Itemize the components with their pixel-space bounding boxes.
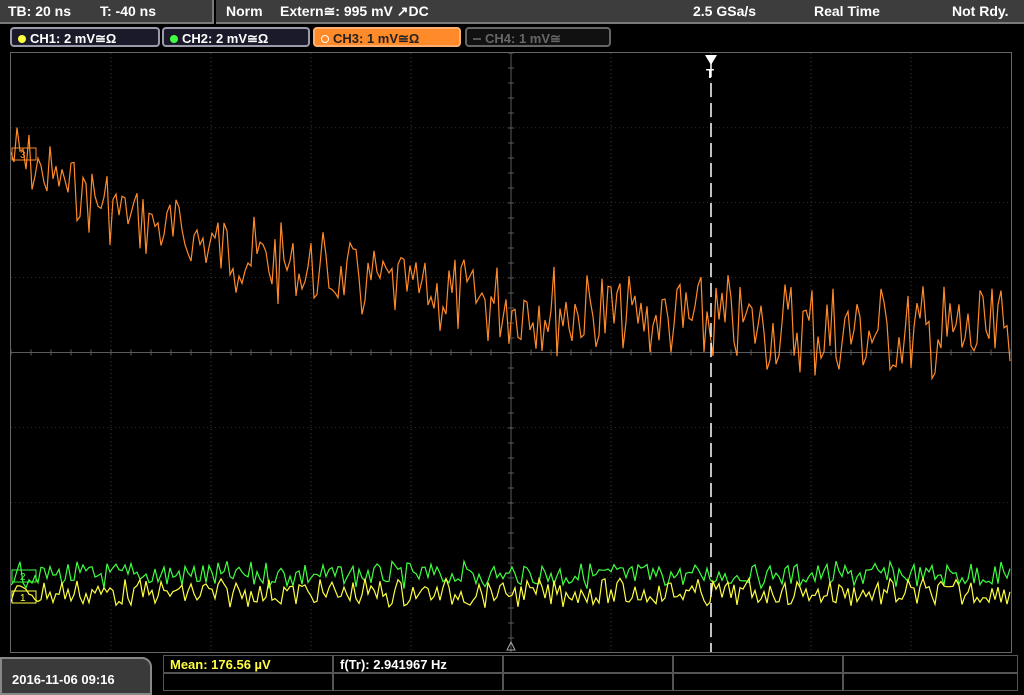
measurement-panel[interactable]: Mean: 176.56 µV f(Tr): 2.941967 Hz [163,655,1018,693]
ch1-trace [11,576,1011,609]
ch3-trace [11,127,1011,381]
channel-bar: CH1: 2 mV≅Ω CH2: 2 mV≅Ω CH3: 1 mV≅Ω CH4:… [0,24,1024,50]
ch4-off-icon [473,38,481,40]
channel-1-tab[interactable]: CH1: 2 mV≅Ω [10,27,160,47]
frequency-measurement: f(Tr): 2.941967 Hz [340,657,447,672]
ch3-indicator-icon [321,35,329,43]
bottom-bar: 2016-11-06 09:16 Mean: 176.56 µV f(Tr): … [0,655,1024,695]
measurement-cell[interactable]: Mean: 176.56 µV [163,655,333,673]
measurement-cell[interactable] [673,655,843,673]
mean-measurement: Mean: 176.56 µV [170,657,271,672]
trigger-marker-label: T [706,66,714,81]
timebase-label: TB: 20 ns [8,3,72,19]
channel-2-tab[interactable]: CH2: 2 mV≅Ω [162,27,310,47]
trigger-mode-label: Norm [226,3,263,19]
trigger-status-label: Not Rdy. [952,3,1009,19]
trigger-time-label: T: -40 ns [100,3,157,19]
measurement-cell[interactable] [163,673,333,691]
channel-3-tab[interactable]: CH3: 1 mV≅Ω [313,27,461,47]
measurement-cell[interactable]: f(Tr): 2.941967 Hz [333,655,503,673]
measurement-cell[interactable] [843,673,1018,691]
sample-rate-label: 2.5 GSa/s [693,3,757,19]
measurement-cell[interactable] [503,655,673,673]
channel-2-label: CH2: 2 mV≅Ω [182,31,269,46]
ch3-marker-text: 3 [20,150,26,161]
channel-4-label: CH4: 1 mV≅ [485,31,561,46]
waveform-traces: T 3 2 1 [11,55,1011,652]
measurement-cell[interactable] [843,655,1018,673]
center-marker-icon [506,640,516,651]
ch2-indicator-icon [170,35,178,43]
ch1-indicator-icon [18,35,26,43]
waveform-display[interactable]: T 3 2 1 [10,52,1012,653]
measurement-cell[interactable] [673,673,843,691]
datetime-label: 2016-11-06 09:16 [12,672,115,687]
trigger-arrow-icon[interactable] [705,55,717,65]
trigger-panel[interactable]: Norm Extern≅: 995 mV ↗DC 2.5 GSa/s Real … [216,0,1024,24]
trigger-source-label: Extern≅: 995 mV ↗DC [280,3,429,19]
ch1-marker-text: 1 [20,593,26,604]
channel-3-label: CH3: 1 mV≅Ω [333,31,420,46]
acquisition-mode-label: Real Time [814,3,880,19]
measurement-cell[interactable] [333,673,503,691]
status-bar: TB: 20 ns T: -40 ns Norm Extern≅: 995 mV… [0,0,1024,24]
timebase-panel[interactable]: TB: 20 ns T: -40 ns [0,0,214,24]
ch2-marker-text: 2 [20,572,26,583]
measurement-cell[interactable] [503,673,673,691]
datetime-panel: 2016-11-06 09:16 [0,657,152,695]
ch1-level-marker[interactable]: 1 [11,590,37,604]
channel-4-tab[interactable]: CH4: 1 mV≅ [465,27,611,47]
channel-1-label: CH1: 2 mV≅Ω [30,31,117,46]
